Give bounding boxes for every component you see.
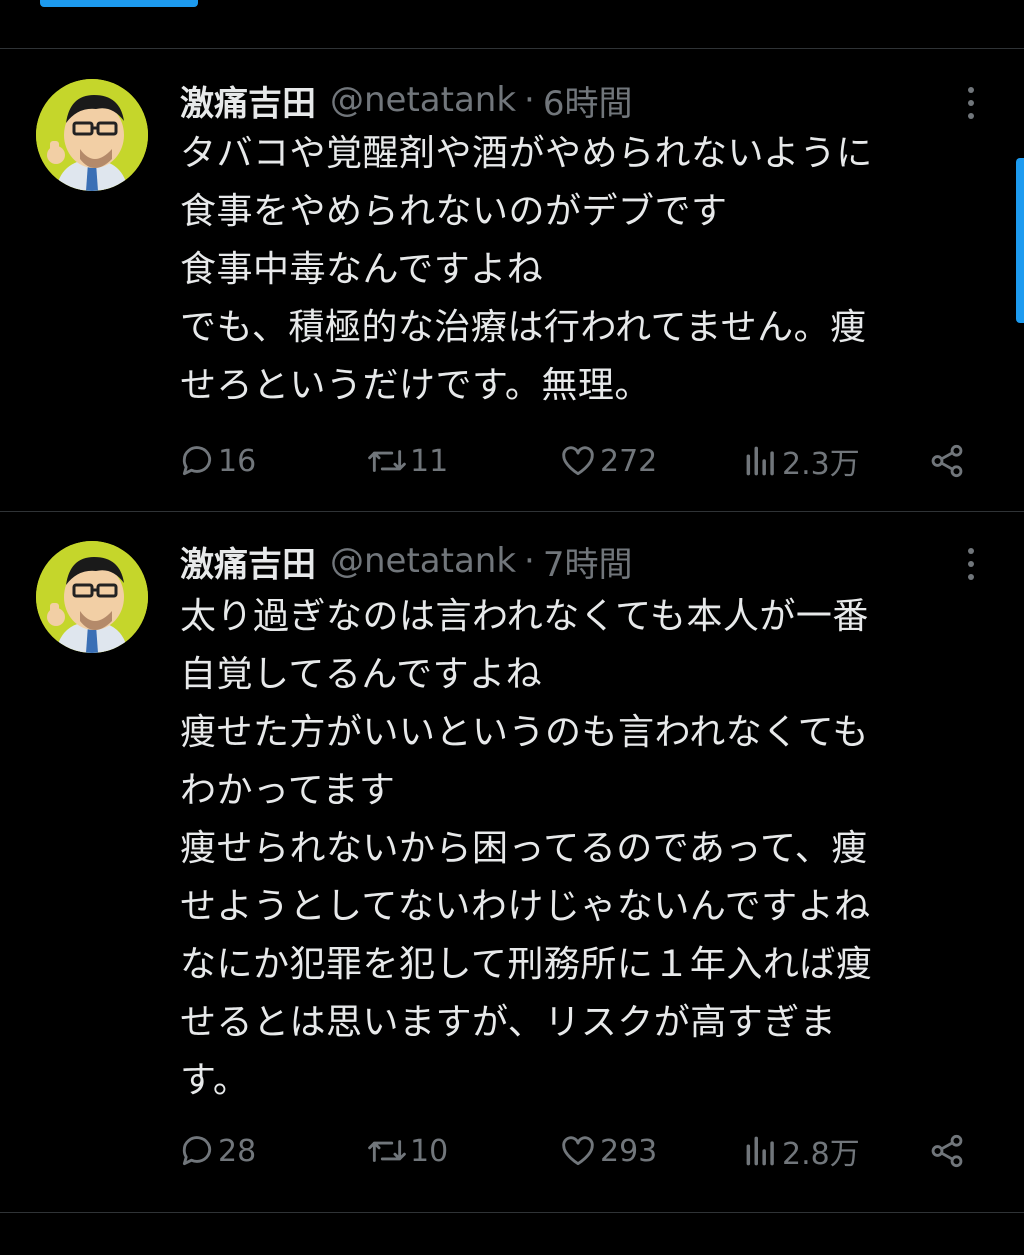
- retweet-count: 11: [410, 443, 449, 479]
- analytics-icon: [746, 446, 774, 476]
- like-count: 293: [600, 1133, 658, 1169]
- tweet-text-line: 太り過ぎなのは言われなくても本人が一番: [180, 596, 869, 637]
- tweet-text-line: 食事をやめられないのがデブです: [180, 191, 728, 232]
- share-icon: [931, 1134, 963, 1168]
- reply-button[interactable]: 28: [178, 1131, 256, 1171]
- view-count: 2.8万: [782, 1137, 860, 1172]
- avatar-image: [36, 79, 148, 191]
- retweet-count: 10: [410, 1133, 449, 1169]
- reply-icon: [182, 446, 212, 476]
- tweet-header: 激痛吉田 @netatank · 6時間: [180, 76, 633, 125]
- tweet-actions: 28 10 293 2.8万: [178, 1131, 978, 1172]
- reply-button[interactable]: 16: [178, 441, 256, 481]
- display-name[interactable]: 激痛吉田: [180, 537, 316, 586]
- separator-dot: ·: [524, 80, 535, 120]
- heart-icon: [562, 446, 594, 476]
- user-handle[interactable]: @netatank: [330, 541, 516, 581]
- tweet-header: 激痛吉田 @netatank · 7時間: [180, 537, 633, 586]
- more-options-button[interactable]: [962, 544, 980, 584]
- tweet-text-line: でも、積極的な治療は行われてません。痩: [180, 307, 867, 348]
- tweet-text-line: す。: [180, 1060, 250, 1101]
- more-dot-icon: [968, 100, 974, 106]
- avatar-image: [36, 541, 148, 653]
- retweet-icon: [368, 1140, 406, 1162]
- retweet-icon: [368, 450, 406, 472]
- tweet-text: 太り過ぎなのは言われなくても本人が一番 自覚してるんですよね 痩せた方がいいとい…: [180, 588, 1000, 1110]
- reply-icon: [182, 1136, 212, 1166]
- timestamp[interactable]: 6時間: [543, 76, 633, 125]
- more-options-button[interactable]: [962, 83, 980, 123]
- heart-icon: [562, 1136, 594, 1166]
- tweet[interactable]: 激痛吉田 @netatank · 7時間 太り過ぎなのは言われなくても本人が一番…: [0, 512, 1024, 1213]
- views-button[interactable]: 2.3万: [742, 441, 860, 482]
- retweet-button[interactable]: 10: [366, 1131, 448, 1171]
- like-button[interactable]: 293: [558, 1131, 657, 1171]
- display-name[interactable]: 激痛吉田: [180, 76, 316, 125]
- avatar[interactable]: [36, 79, 148, 191]
- tweet-text-line: 自覚してるんですよね: [180, 654, 543, 695]
- tweet-text-line: なにか犯罪を犯して刑務所に１年入れば痩: [180, 944, 873, 985]
- tweet-text-line: せるとは思いますが、リスクが高すぎま: [180, 1002, 837, 1043]
- analytics-icon: [746, 1136, 774, 1166]
- tweet-text-line: わかってます: [180, 770, 396, 811]
- tweet-text-line: 食事中毒なんですよね: [180, 249, 544, 290]
- more-dot-icon: [968, 548, 974, 554]
- view-count: 2.3万: [782, 447, 860, 482]
- timestamp[interactable]: 7時間: [543, 537, 633, 586]
- active-tab-indicator: [40, 0, 198, 7]
- previous-tweet-remnant: [0, 0, 1024, 49]
- tweet-text-line: せようとしてないわけじゃないんですよね: [180, 886, 871, 927]
- more-dot-icon: [968, 87, 974, 93]
- views-button[interactable]: 2.8万: [742, 1131, 860, 1172]
- more-dot-icon: [968, 561, 974, 567]
- tweet-text-line: 痩せた方がいいというのも言われなくても: [180, 712, 869, 753]
- like-button[interactable]: 272: [558, 441, 657, 481]
- tweet-text-line: 痩せられないから困ってるのであって、痩: [180, 828, 868, 869]
- tweet-text-line: タバコや覚醒剤や酒がやめられないように: [180, 133, 873, 174]
- more-dot-icon: [968, 574, 974, 580]
- user-handle[interactable]: @netatank: [330, 80, 516, 120]
- share-button[interactable]: [928, 1131, 966, 1171]
- separator-dot: ·: [524, 541, 535, 581]
- share-icon: [931, 444, 963, 478]
- tweet-actions: 16 11 272 2.3万: [178, 441, 978, 482]
- tweet[interactable]: 激痛吉田 @netatank · 6時間 タバコや覚醒剤や酒がやめられないように…: [0, 49, 1024, 512]
- retweet-button[interactable]: 11: [366, 441, 448, 481]
- tweet-text-line: せろというだけです。無理。: [180, 365, 651, 406]
- avatar[interactable]: [36, 541, 148, 653]
- like-count: 272: [600, 443, 658, 479]
- reply-count: 16: [218, 443, 257, 479]
- share-button[interactable]: [928, 441, 966, 481]
- tweet-text: タバコや覚醒剤や酒がやめられないように 食事をやめられないのがデブです 食事中毒…: [180, 125, 1000, 415]
- reply-count: 28: [218, 1133, 257, 1169]
- more-dot-icon: [968, 113, 974, 119]
